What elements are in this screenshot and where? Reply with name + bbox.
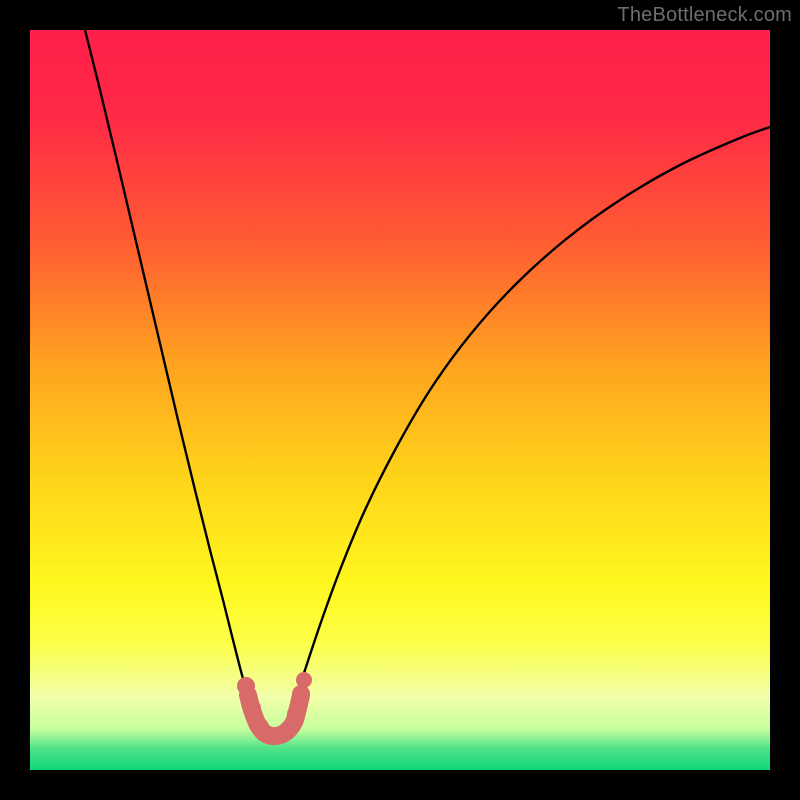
series-dot-highlight-cluster bbox=[287, 705, 305, 723]
series-dot-highlight-cluster bbox=[296, 672, 312, 688]
series-dot-highlight-cluster bbox=[292, 685, 310, 703]
chart-frame: TheBottleneck.com bbox=[0, 0, 800, 800]
plot-area bbox=[30, 30, 770, 770]
series-dot-highlight-cluster bbox=[237, 677, 255, 695]
series-dot-highlight-cluster bbox=[243, 699, 261, 717]
watermark-text: TheBottleneck.com bbox=[617, 4, 792, 27]
gradient-background bbox=[30, 30, 770, 770]
series-dot-highlight-cluster bbox=[279, 721, 297, 739]
chart-svg bbox=[30, 30, 770, 770]
